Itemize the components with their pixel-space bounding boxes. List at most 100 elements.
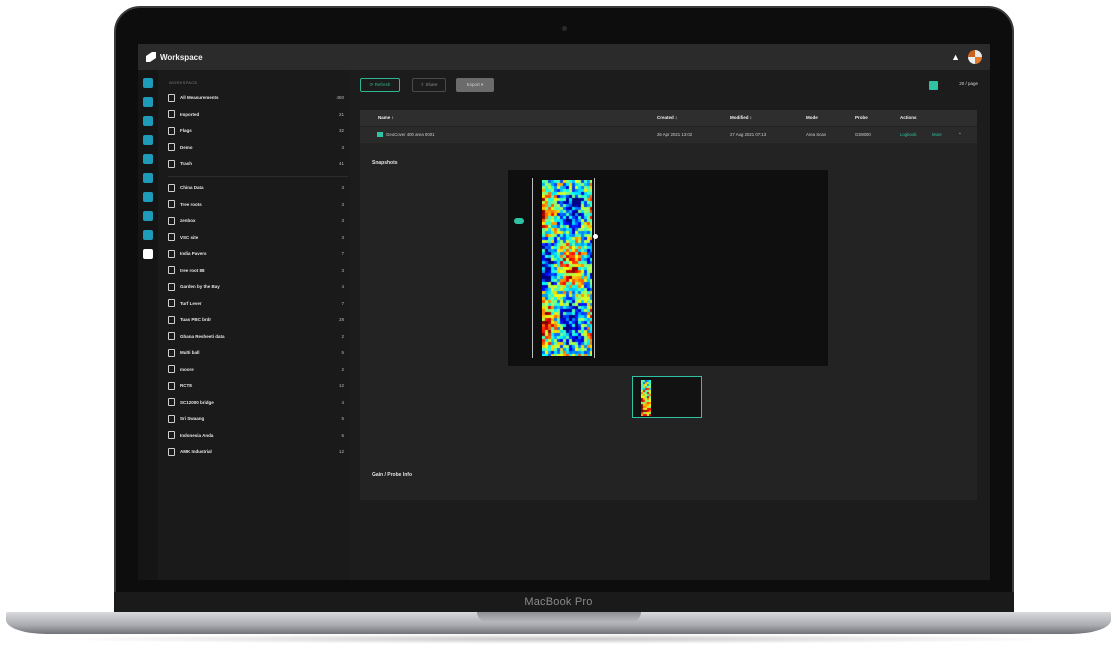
row-probe: GS8000 — [855, 132, 871, 137]
flag-icon — [168, 126, 175, 135]
sidebar-item-label: moore — [180, 366, 194, 372]
sidebar-item-label: VSC site — [180, 234, 199, 240]
sidebar-project-1[interactable]: Tree roots 3 — [168, 197, 344, 212]
rail-item-7[interactable] — [143, 211, 153, 221]
document-icon — [168, 332, 175, 340]
sidebar-project-6[interactable]: Garden by the Bay 4 — [168, 279, 344, 294]
column-probe[interactable]: Probe — [855, 115, 868, 120]
bell-icon[interactable]: ▲ — [951, 52, 960, 62]
sidebar-item-count: 7 — [341, 251, 344, 256]
sidebar-top-4[interactable]: Trash 41 — [168, 156, 344, 171]
sidebar-item-count: 32 — [338, 128, 344, 133]
probe-info-label: Gain / Probe Info — [372, 472, 413, 478]
table-header: Name ↕ Created ↕ Modified ↕ Mode Probe A… — [360, 110, 977, 126]
sidebar-item-count: 12 — [338, 383, 344, 388]
sidebar: WORKSPACE All Measurements 450 Imported 21 F… — [158, 70, 350, 580]
sidebar-item-count: 41 — [338, 161, 344, 166]
flag-icon — [377, 132, 383, 137]
toolbar: ⟳ Refresh ⇪ Share Export ▾ 20 / page — [360, 78, 990, 94]
sidebar-item-count: 3 — [341, 185, 344, 190]
sidebar-item-label: Trash — [180, 161, 193, 166]
sidebar-project-14[interactable]: Sri Swaang 5 — [168, 411, 344, 426]
sidebar-project-16[interactable]: AMK Industrial 12 — [168, 444, 344, 459]
sidebar-top-2[interactable]: Flags 32 — [168, 123, 344, 138]
position-marker[interactable] — [593, 234, 598, 239]
rail-item-1[interactable] — [143, 97, 153, 107]
app-title: Workspace — [160, 52, 203, 62]
rail-item-5[interactable] — [143, 173, 153, 183]
sidebar-project-13[interactable]: SC12000 bridge 4 — [168, 395, 344, 410]
sidebar-project-11[interactable]: moore 2 — [168, 362, 344, 377]
logo-icon — [146, 52, 156, 62]
rail-item-6[interactable] — [143, 192, 153, 202]
top-bar: Workspace ▲ — [138, 44, 990, 70]
export-button[interactable]: Export ▾ — [456, 78, 494, 92]
page-size-select[interactable]: 20 / page — [959, 81, 978, 86]
column-mode[interactable]: Mode — [806, 115, 818, 120]
logbook-link[interactable]: Logbook — [900, 132, 917, 137]
sidebar-item-label: China Data — [180, 185, 204, 190]
sidebar-item-count: 3 — [341, 144, 344, 150]
snapshot-thumbnail[interactable] — [632, 376, 702, 418]
sidebar-item-count: 5 — [341, 416, 344, 421]
refresh-button[interactable]: ⟳ Refresh — [360, 78, 400, 92]
sidebar-item-label: RCTE — [180, 383, 193, 388]
trash-icon — [168, 159, 175, 168]
sidebar-item-label: Indonesia Anda — [180, 432, 214, 438]
sidebar-item-count: 3 — [341, 218, 344, 223]
table-row[interactable]: GeoCover 400 area 0001 26 Apr 2021 13:02… — [360, 127, 977, 143]
chevron-up-icon[interactable]: ⌃ — [958, 132, 962, 138]
snapshot-view[interactable] — [508, 170, 828, 366]
sidebar-project-7[interactable]: Turf Lever 7 — [168, 296, 344, 311]
sidebar-project-12[interactable]: RCTE 12 — [168, 378, 344, 393]
camera — [562, 26, 567, 31]
folder-icon — [168, 143, 175, 151]
rail-item-3[interactable] — [143, 135, 153, 145]
scan-axis-left — [532, 178, 533, 358]
sidebar-item-label: Flags — [180, 128, 192, 133]
sidebar-item-count: 2 — [341, 366, 344, 372]
sidebar-item-label: Garden by the Bay — [180, 284, 220, 289]
rail-item-8[interactable] — [143, 230, 153, 240]
sidebar-project-8[interactable]: Tuas PBC brdr 28 — [168, 312, 344, 327]
avatar[interactable] — [968, 50, 982, 64]
sidebar-top-0[interactable]: All Measurements 450 — [168, 90, 344, 105]
row-name[interactable]: GeoCover 400 area 0001 — [386, 132, 435, 137]
sidebar-item-count: 28 — [338, 317, 344, 322]
measurement-table: Name ↕ Created ↕ Modified ↕ Mode Probe A… — [360, 110, 977, 500]
rail-item-9[interactable] — [143, 249, 153, 259]
sidebar-item-label: Turf Lever — [180, 300, 202, 306]
rail-item-4[interactable] — [143, 154, 153, 164]
icon-rail — [138, 70, 158, 580]
document-icon — [168, 266, 175, 274]
file-icon — [168, 93, 175, 102]
document-icon — [168, 282, 175, 291]
document-icon — [168, 200, 175, 208]
slider-handle[interactable] — [514, 218, 524, 224]
sidebar-project-4[interactable]: India Pavers 7 — [168, 246, 344, 261]
sidebar-project-2[interactable]: zenbox 3 — [168, 213, 344, 228]
sidebar-project-0[interactable]: China Data 3 — [168, 180, 344, 195]
sidebar-project-10[interactable]: Multi ball 5 — [168, 345, 344, 360]
sidebar-top-3[interactable]: Demo 3 — [168, 140, 344, 155]
sidebar-project-15[interactable]: Indonesia Anda 6 — [168, 428, 344, 443]
sidebar-project-3[interactable]: VSC site 3 — [168, 230, 344, 245]
sidebar-item-label: Tuas PBC brdr — [180, 317, 212, 322]
sidebar-item-label: Multi ball — [180, 350, 200, 355]
sidebar-project-9[interactable]: Ghana Resheeti data 2 — [168, 329, 344, 344]
column-modified[interactable]: Modified ↕ — [730, 115, 752, 120]
more-link[interactable]: More — [932, 132, 942, 137]
sidebar-item-label: Tree roots — [180, 201, 202, 207]
column-created[interactable]: Created ↕ — [657, 115, 677, 120]
share-button[interactable]: ⇪ Share — [412, 78, 446, 92]
rail-item-2[interactable] — [143, 116, 153, 126]
sidebar-project-5[interactable]: tree root 88 3 — [168, 263, 344, 278]
grid-view-icon[interactable] — [929, 81, 938, 90]
column-actions: Actions — [900, 115, 917, 120]
sidebar-top-1[interactable]: Imported 21 — [168, 107, 344, 122]
column-name[interactable]: Name ↕ — [378, 115, 394, 120]
document-icon — [168, 216, 175, 225]
rail-item-0[interactable] — [143, 78, 153, 88]
sidebar-item-count: 4 — [341, 399, 344, 405]
sidebar-item-count: 5 — [341, 350, 344, 355]
